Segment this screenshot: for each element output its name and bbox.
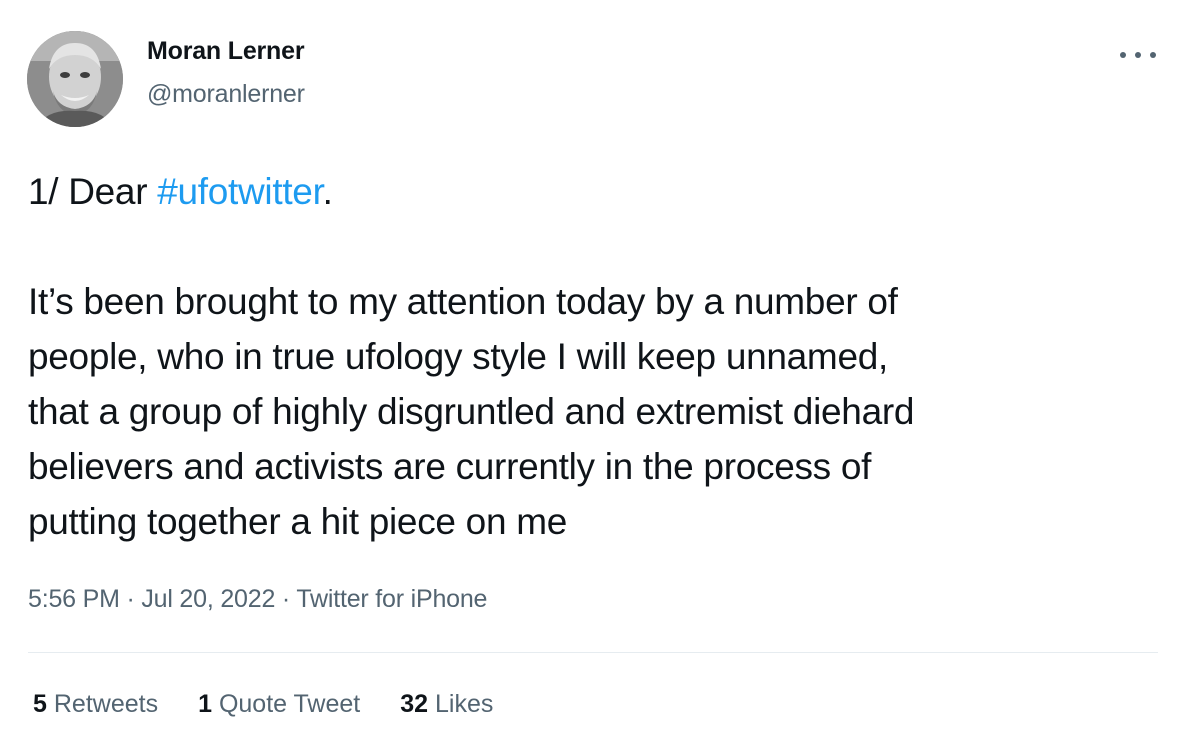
tweet-card: Moran Lerner @moranlerner 1/ Dear #ufotw… xyxy=(0,0,1183,754)
tweet-line: It’s been brought to my attention today … xyxy=(28,281,898,322)
tweet-line: putting together a hit piece on me xyxy=(28,501,568,542)
likes-count: 32 xyxy=(400,690,429,718)
tweet-intro-line: 1/ Dear #ufotwitter. xyxy=(28,164,1158,219)
engagement-stats: 5 Retweets 1 Quote Tweet 32 Likes xyxy=(33,690,533,719)
tweet-line: people, who in true ufology style I will… xyxy=(28,336,888,377)
hashtag-link[interactable]: #ufotwitter xyxy=(157,171,323,212)
retweets-stat[interactable]: 5 Retweets xyxy=(33,690,158,719)
tweet-date[interactable]: Jul 20, 2022 xyxy=(141,585,275,613)
more-options-button[interactable] xyxy=(1120,48,1156,62)
separator-dot: · xyxy=(119,585,142,613)
intro-prefix: 1/ Dear xyxy=(28,171,158,212)
quote-tweets-label: Quote Tweet xyxy=(218,690,361,718)
quote-tweets-stat[interactable]: 1 Quote Tweet xyxy=(198,690,360,719)
author-name[interactable]: Moran Lerner xyxy=(147,37,305,66)
tweet-time[interactable]: 5:56 PM xyxy=(28,585,120,613)
avatar-photo-icon xyxy=(27,31,123,127)
author-handle[interactable]: @moranlerner xyxy=(147,80,305,109)
tweet-metadata: 5:56 PM · Jul 20, 2022 · Twitter for iPh… xyxy=(28,585,487,614)
tweet-text: 1/ Dear #ufotwitter. It’s been brought t… xyxy=(28,164,1158,549)
author-avatar[interactable] xyxy=(27,31,123,127)
likes-label: Likes xyxy=(435,690,494,718)
divider xyxy=(28,652,1158,653)
separator-dot: · xyxy=(275,585,297,613)
more-dot-icon xyxy=(1150,52,1156,58)
intro-suffix: . xyxy=(322,171,333,212)
retweets-label: Retweets xyxy=(53,690,159,718)
quote-tweets-count: 1 xyxy=(198,690,212,718)
tweet-source-link[interactable]: Twitter for iPhone xyxy=(296,585,487,613)
more-dot-icon xyxy=(1120,52,1126,58)
retweets-count: 5 xyxy=(33,690,47,718)
likes-stat[interactable]: 32 Likes xyxy=(400,690,493,719)
more-dot-icon xyxy=(1135,52,1141,58)
tweet-line: believers and activists are currently in… xyxy=(28,446,872,487)
tweet-line: that a group of highly disgruntled and e… xyxy=(28,391,915,432)
